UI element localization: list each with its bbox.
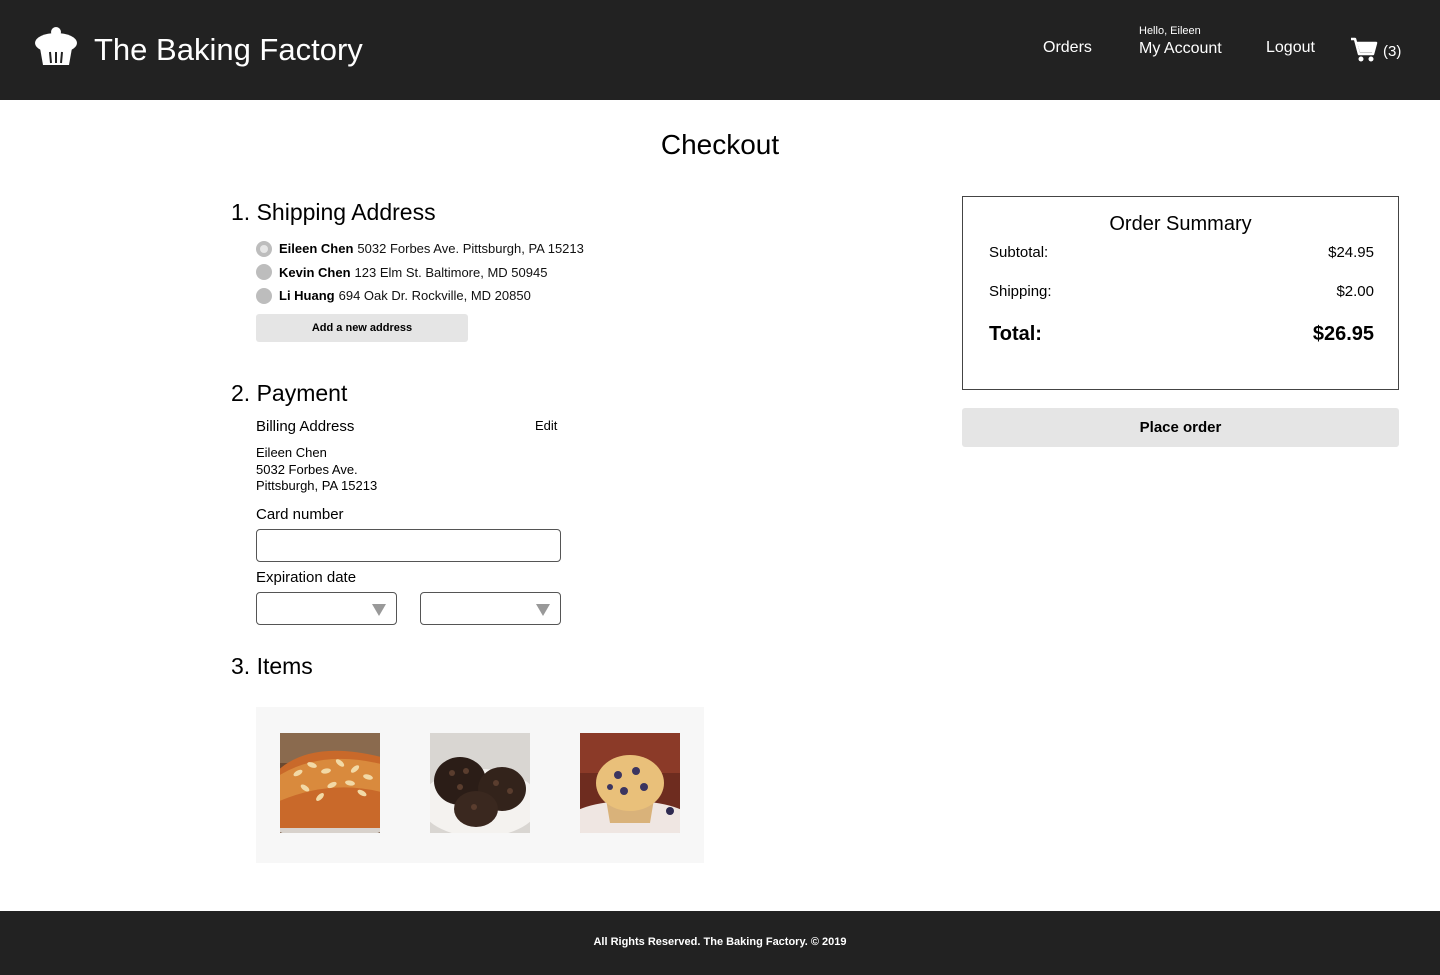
- nav-orders-link[interactable]: Orders: [1043, 38, 1092, 58]
- top-navbar: The Baking Factory Orders Hello, Eileen …: [0, 0, 1440, 100]
- shipping-row: Shipping: $2.00: [989, 282, 1374, 302]
- address-text: 694 Oak Dr. Rockville, MD 20850: [338, 288, 531, 304]
- subtotal-row: Subtotal: $24.95: [989, 243, 1374, 263]
- dropdown-arrow-icon: [372, 604, 386, 616]
- footer: All Rights Reserved. The Baking Factory.…: [0, 911, 1440, 975]
- address-radio[interactable]: [256, 264, 272, 281]
- my-account-label: My Account: [1139, 40, 1222, 57]
- shipping-label: Shipping:: [989, 283, 1052, 300]
- nav-my-account-link[interactable]: Hello, Eileen My Account: [1139, 24, 1222, 59]
- chocolate-muffins-image[interactable]: [430, 733, 530, 833]
- expiration-month-select[interactable]: [256, 592, 397, 625]
- address-radio[interactable]: [256, 240, 272, 257]
- address-name: Eileen Chen: [279, 241, 354, 257]
- cupcake-logo-icon[interactable]: [34, 25, 78, 67]
- card-number-input[interactable]: [256, 529, 561, 562]
- add-new-address-button[interactable]: Add a new address: [256, 314, 468, 342]
- billing-name: Eileen Chen: [256, 445, 327, 460]
- order-summary-title: Order Summary: [1109, 213, 1252, 235]
- card-number-label: Card number: [256, 506, 344, 523]
- billing-city: Pittsburgh, PA 15213: [256, 478, 378, 493]
- brand-name[interactable]: The Baking Factory: [94, 31, 363, 69]
- shopping-cart-icon: [1351, 37, 1378, 62]
- shipping-value: $2.00: [1336, 283, 1374, 300]
- address-name: Kevin Chen: [279, 264, 351, 280]
- subtotal-value: $24.95: [1328, 244, 1374, 261]
- shipping-heading: 1. Shipping Address: [231, 199, 436, 225]
- cart-count: (3): [1383, 42, 1402, 60]
- address-radio[interactable]: [256, 287, 272, 304]
- total-row: Total: $26.95: [989, 321, 1374, 347]
- address-text: 5032 Forbes Ave. Pittsburgh, PA 15213: [357, 241, 584, 257]
- cart-button[interactable]: (3): [1350, 37, 1401, 63]
- expiration-date-label: Expiration date: [256, 569, 357, 586]
- address-text: 123 Elm St. Baltimore, MD 50945: [354, 264, 548, 280]
- total-label: Total:: [989, 323, 1042, 345]
- expiration-year-select[interactable]: [420, 592, 561, 625]
- billing-address-label: Billing Address: [256, 418, 355, 435]
- greeting-text: Hello, Eileen: [1139, 25, 1201, 37]
- place-order-button[interactable]: Place order: [962, 408, 1399, 447]
- dropdown-arrow-icon: [536, 604, 550, 616]
- order-summary: Order Summary Subtotal: $24.95 Shipping:…: [962, 196, 1399, 390]
- shipping-address-list: Eileen Chen 5032 Forbes Ave. Pittsburgh,…: [256, 237, 584, 308]
- nav-logout-link[interactable]: Logout: [1266, 38, 1315, 58]
- total-value: $26.95: [1312, 323, 1374, 345]
- billing-address: Eileen Chen 5032 Forbes Ave. Pittsburgh,…: [256, 445, 377, 495]
- blueberry-muffin-image[interactable]: [580, 733, 680, 833]
- almond-pastry-image[interactable]: [280, 733, 380, 833]
- page-title: Checkout: [660, 129, 780, 160]
- address-option[interactable]: Li Huang 694 Oak Dr. Rockville, MD 20850: [256, 284, 584, 308]
- address-option[interactable]: Kevin Chen 123 Elm St. Baltimore, MD 509…: [256, 261, 584, 285]
- items-heading: 3. Items: [231, 653, 313, 679]
- footer-copyright: All Rights Reserved. The Baking Factory.…: [593, 936, 847, 948]
- payment-heading: 2. Payment: [231, 380, 348, 406]
- billing-street: 5032 Forbes Ave.: [256, 461, 358, 477]
- subtotal-label: Subtotal:: [989, 244, 1049, 261]
- edit-billing-link[interactable]: Edit: [535, 418, 557, 434]
- items-panel: [256, 707, 704, 863]
- address-name: Li Huang: [279, 288, 335, 304]
- address-option[interactable]: Eileen Chen 5032 Forbes Ave. Pittsburgh,…: [256, 237, 584, 261]
